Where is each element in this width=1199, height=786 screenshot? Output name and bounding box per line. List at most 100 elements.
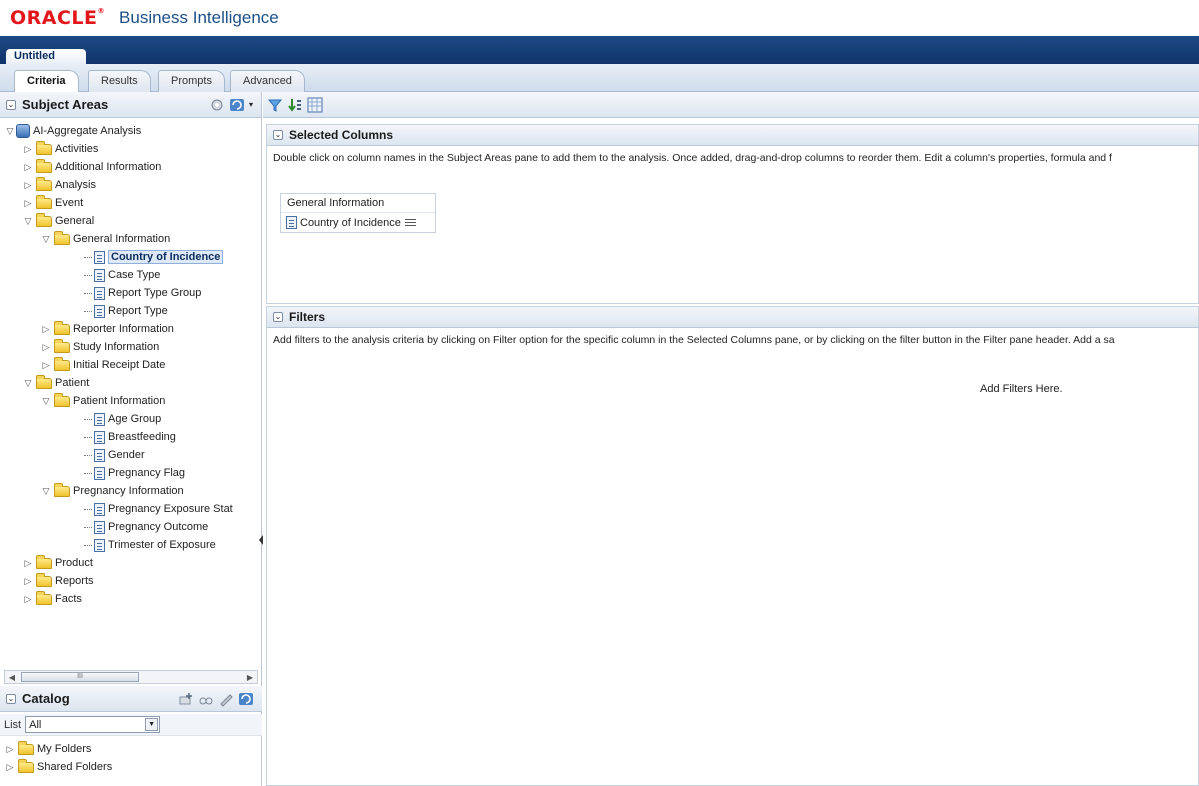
collapsed-icon[interactable]: ▷: [40, 342, 52, 353]
tree-label: Reports: [55, 575, 94, 587]
tab-advanced[interactable]: Advanced: [230, 70, 305, 92]
collapsed-icon[interactable]: ▷: [4, 762, 16, 773]
expanded-icon[interactable]: ▽: [40, 234, 52, 245]
tree-item-report-type[interactable]: Report Type: [84, 302, 168, 320]
properties-icon[interactable]: [209, 97, 225, 113]
column-icon: [94, 538, 105, 552]
tree-item-breastfeeding[interactable]: Breastfeeding: [84, 428, 176, 446]
tree-label: Activities: [55, 143, 99, 155]
tab-criteria[interactable]: Criteria: [14, 70, 79, 93]
tree-item-pregnancy-outcome[interactable]: Pregnancy Outcome: [84, 518, 208, 536]
column-icon: [94, 268, 105, 282]
tree-item-trimester-of-exposure[interactable]: Trimester of Exposure: [84, 536, 216, 554]
tree-item-pregnancy-information[interactable]: ▽ Pregnancy Information: [40, 482, 184, 500]
tree-label: Study Information: [73, 341, 160, 353]
expanded-icon[interactable]: ▽: [4, 126, 16, 137]
tree-item-case-type[interactable]: Case Type: [84, 266, 160, 284]
tree-label: Trimester of Exposure: [108, 539, 216, 551]
folder-icon: [54, 320, 70, 335]
scroll-left-icon[interactable]: ◀: [5, 673, 19, 682]
expanded-icon[interactable]: ▽: [40, 396, 52, 407]
catalog-item-my-folders[interactable]: ▷ My Folders: [4, 740, 91, 758]
filters-title: Filters: [289, 310, 326, 324]
collapsed-icon[interactable]: ▷: [4, 744, 16, 755]
tree-item-reporter-information[interactable]: ▷ Reporter Information: [40, 320, 174, 338]
expanded-icon[interactable]: ▽: [40, 486, 52, 497]
add-catalog-item-icon[interactable]: [178, 691, 194, 707]
catalog-item-shared-folders[interactable]: ▷ Shared Folders: [4, 758, 112, 776]
tree-item-patient[interactable]: ▽ Patient: [22, 374, 89, 392]
tree-item-product[interactable]: ▷ Product: [22, 554, 93, 572]
tree-label: Patient Information: [73, 395, 166, 407]
tree-label: Additional Information: [55, 161, 162, 173]
refresh-dropdown-icon[interactable]: ▾: [249, 100, 253, 109]
collapsed-icon[interactable]: ▷: [22, 162, 34, 173]
filter-icon[interactable]: [267, 97, 283, 113]
edit-pencil-icon[interactable]: [218, 691, 234, 707]
collapsed-icon[interactable]: ▷: [22, 558, 34, 569]
tab-results[interactable]: Results: [88, 70, 151, 92]
tree-item-pregnancy-flag[interactable]: Pregnancy Flag: [84, 464, 185, 482]
view-icon[interactable]: [198, 691, 214, 707]
tree-label: Product: [55, 557, 93, 569]
folder-icon: [54, 356, 70, 371]
collapsed-icon[interactable]: ▷: [22, 144, 34, 155]
catalog-list-select[interactable]: All ▼: [25, 716, 161, 733]
column-options-menu-icon[interactable]: [404, 218, 418, 228]
scroll-right-icon[interactable]: ▶: [243, 673, 257, 682]
collapsed-icon[interactable]: ▷: [22, 198, 34, 209]
expanded-icon[interactable]: ▽: [22, 378, 34, 389]
collapsed-icon[interactable]: ▷: [40, 324, 52, 335]
collapse-icon[interactable]: ⌄: [273, 130, 283, 140]
tree-item-general[interactable]: ▽ General: [22, 212, 94, 230]
tree-item-country-of-incidence[interactable]: Country of Incidence: [84, 248, 224, 266]
tree-item-facts[interactable]: ▷ Facts: [22, 590, 82, 608]
collapsed-icon[interactable]: ▷: [22, 576, 34, 587]
tree-item-gender[interactable]: Gender: [84, 446, 145, 464]
pane-splitter-collapse-icon[interactable]: [258, 530, 264, 550]
subject-areas-tree: ▽ AI-Aggregate Analysis ▷ Activities ▷ Addi…: [0, 118, 261, 671]
tree-item-activities[interactable]: ▷ Activities: [22, 140, 98, 158]
filters-panel: ⌄ Filters Add filters to the analysis cr…: [266, 306, 1199, 786]
document-tab[interactable]: Untitled: [6, 49, 86, 64]
tree-item-general-information[interactable]: ▽ General Information: [40, 230, 170, 248]
column-icon: [94, 448, 105, 462]
chevron-down-icon[interactable]: ▼: [145, 718, 159, 731]
collapsed-icon[interactable]: ▷: [22, 180, 34, 191]
tree-item-event[interactable]: ▷ Event: [22, 194, 83, 212]
tree-item-study-information[interactable]: ▷ Study Information: [40, 338, 159, 356]
folder-icon: [36, 554, 52, 569]
oracle-logo: ORACLE®: [10, 7, 106, 29]
selected-columns-title: Selected Columns: [289, 128, 394, 142]
collapse-icon[interactable]: ⌄: [6, 99, 16, 110]
tree-item-report-type-group[interactable]: Report Type Group: [84, 284, 201, 302]
tree-horizontal-scrollbar[interactable]: ◀ III ▶: [4, 670, 258, 684]
tab-prompts[interactable]: Prompts: [158, 70, 225, 92]
folder-icon: [54, 392, 70, 407]
selected-column-item[interactable]: Country of Incidence: [281, 213, 435, 232]
column-formula-icon[interactable]: [307, 97, 323, 113]
tree-label: Report Type: [108, 305, 168, 317]
sort-icon[interactable]: [287, 97, 303, 113]
tree-item-pregnancy-exposure-stat[interactable]: Pregnancy Exposure Stat: [84, 500, 233, 518]
tree-item-patient-information[interactable]: ▽ Patient Information: [40, 392, 165, 410]
refresh-icon[interactable]: [238, 691, 254, 707]
column-icon: [94, 412, 105, 426]
collapsed-icon[interactable]: ▷: [22, 594, 34, 605]
tree-item-additional-information[interactable]: ▷ Additional Information: [22, 158, 161, 176]
collapsed-icon[interactable]: ▷: [40, 360, 52, 371]
tree-item-age-group[interactable]: Age Group: [84, 410, 161, 428]
expanded-icon[interactable]: ▽: [22, 216, 34, 227]
refresh-icon[interactable]: [229, 97, 245, 113]
tree-item-analysis[interactable]: ▷ Analysis: [22, 176, 96, 194]
catalog-title: Catalog: [22, 691, 70, 706]
scroll-thumb[interactable]: III: [21, 672, 139, 682]
tree-root[interactable]: ▽ AI-Aggregate Analysis: [4, 122, 141, 140]
tree-item-initial-receipt-date[interactable]: ▷ Initial Receipt Date: [40, 356, 165, 374]
collapse-icon[interactable]: ⌄: [6, 693, 16, 704]
folder-icon: [36, 572, 52, 587]
collapse-icon[interactable]: ⌄: [273, 312, 283, 322]
tree-label: General: [55, 215, 95, 227]
tree-item-reports[interactable]: ▷ Reports: [22, 572, 94, 590]
brand-bar: ORACLE® Business Intelligence: [0, 0, 1199, 36]
